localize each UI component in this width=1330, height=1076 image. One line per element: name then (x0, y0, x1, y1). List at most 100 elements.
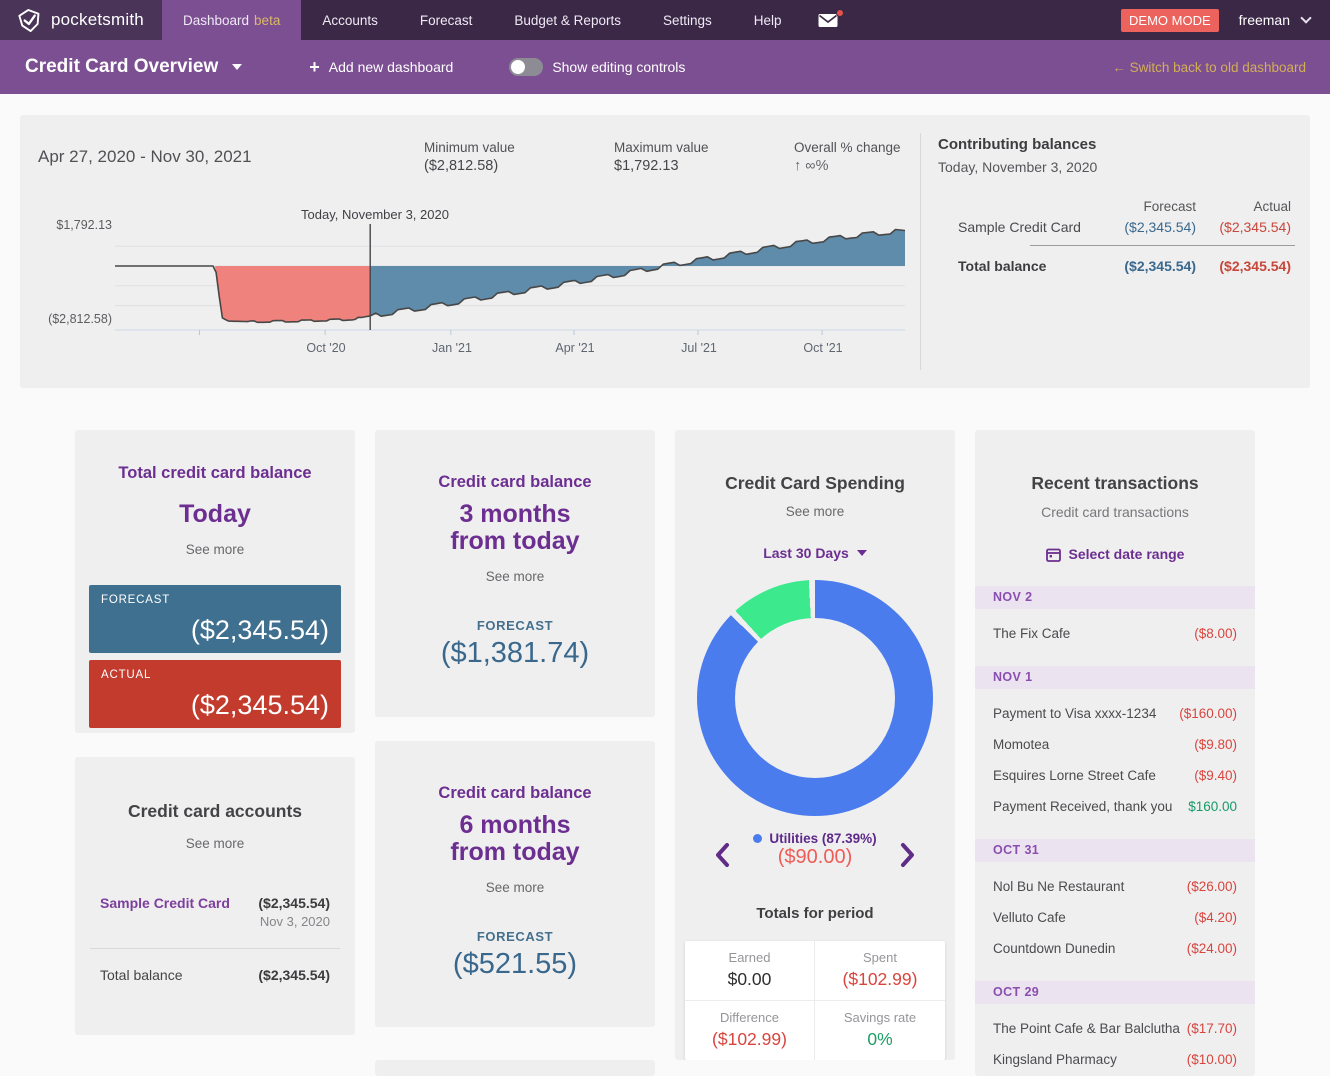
x-tick-label: Apr '21 (544, 341, 606, 355)
account-balance: ($2,345.54) (258, 895, 330, 911)
account-balance-date: Nov 3, 2020 (75, 914, 355, 929)
card-title: Total credit card balance (75, 464, 355, 483)
y-axis-min-label: ($2,812.58) (28, 312, 112, 326)
dashboard-title-dropdown[interactable]: Credit Card Overview (25, 56, 242, 78)
legend-dot (753, 834, 762, 843)
card-total-balance-today: Total credit card balance Today See more… (75, 430, 355, 733)
chart-date-range: Apr 27, 2020 - Nov 30, 2021 (38, 147, 252, 167)
plus-icon: + (309, 60, 320, 74)
totals-for-period: Earned $0.00 Spent ($102.99) Difference … (685, 941, 945, 1060)
total-actual-value: ($2,345.54) (1181, 258, 1291, 274)
card-title: Credit Card Spending (675, 473, 955, 494)
inbox-button[interactable] (803, 0, 854, 40)
total-row: Total balance ($2,345.54) (75, 967, 355, 983)
see-more-link[interactable]: See more (375, 880, 655, 895)
contributing-subtitle: Today, November 3, 2020 (938, 159, 1097, 175)
toggle-switch-off[interactable] (509, 58, 543, 76)
card-period: Today (75, 501, 355, 528)
forecast-label: FORECAST (375, 929, 655, 944)
transaction-row[interactable]: Kingsland Pharmacy ($10.00) (975, 1044, 1255, 1075)
today-marker-label: Today, November 3, 2020 (295, 207, 455, 222)
totals-title: Totals for period (675, 905, 955, 922)
total-forecast-value: ($2,345.54) (1086, 258, 1196, 274)
legend-label: Utilities (87.39%) (769, 831, 876, 846)
card-credit-card-spending: Credit Card Spending See more Last 30 Da… (675, 430, 955, 1060)
chevron-right-icon (900, 842, 916, 868)
pocketsmith-logo[interactable]: pocketsmith (0, 0, 162, 40)
savings-rate-cell: Savings rate 0% (815, 1001, 945, 1060)
add-dashboard-button[interactable]: + Add new dashboard (309, 59, 453, 75)
donut-hole (735, 618, 895, 778)
transaction-row[interactable]: Payment Received, thank you $160.00 (975, 791, 1255, 822)
transaction-date-header: OCT 31 (975, 839, 1255, 862)
actual-box: ACTUAL ($2,345.54) (89, 660, 341, 728)
account-name: Sample Credit Card (958, 219, 1081, 235)
transaction-row[interactable]: The Point Cafe & Bar Balclutha ($17.70) (975, 1013, 1255, 1044)
forecast-amount: ($1,381.74) (375, 637, 655, 669)
pocketsmith-logo-icon (16, 6, 43, 33)
transaction-date-header: NOV 1 (975, 666, 1255, 689)
transaction-group: OCT 29 The Point Cafe & Bar Balclutha ($… (975, 981, 1255, 1075)
spending-donut-chart (697, 580, 933, 816)
see-more-link[interactable]: See more (75, 542, 355, 557)
card-balance-3-months: Credit card balance 3 months from today … (375, 430, 655, 717)
transaction-row[interactable]: The Fix Cafe ($8.00) (975, 618, 1255, 649)
switch-old-dashboard-link[interactable]: ← Switch back to old dashboard (1112, 60, 1306, 75)
transaction-group: NOV 1 Payment to Visa xxxx-1234 ($160.00… (975, 666, 1255, 822)
next-category-button[interactable] (900, 842, 916, 873)
transaction-row[interactable]: Payment to Visa xxxx-1234 ($160.00) (975, 698, 1255, 729)
see-more-link[interactable]: See more (375, 569, 655, 584)
earned-cell: Earned $0.00 (685, 941, 815, 1001)
account-forecast-value: ($2,345.54) (1086, 219, 1196, 235)
forecast-amount: ($521.55) (375, 948, 655, 980)
transaction-row[interactable]: Countdown Dunedin ($24.00) (975, 933, 1255, 964)
notification-dot (836, 9, 844, 17)
user-menu[interactable]: freeman (1239, 12, 1310, 28)
x-tick-label: Jan '21 (421, 341, 483, 355)
top-nav: pocketsmith Dashboard beta Accounts Fore… (0, 0, 1330, 40)
transaction-date-header: OCT 29 (975, 981, 1255, 1004)
see-more-link[interactable]: See more (75, 836, 355, 851)
card-title: Credit card balance (375, 473, 655, 492)
period-dropdown[interactable]: Last 30 Days (763, 545, 867, 561)
editing-controls-toggle[interactable]: Show editing controls (509, 58, 685, 76)
nav-tab-forecast[interactable]: Forecast (399, 0, 494, 40)
card-recent-transactions: Recent transactions Credit card transact… (975, 430, 1255, 1076)
card-partially-visible (375, 1060, 655, 1076)
beta-badge: beta (254, 13, 280, 28)
nav-tab-accounts[interactable]: Accounts (301, 0, 399, 40)
caret-down-icon (857, 550, 867, 556)
card-balance-6-months: Credit card balance 6 months from today … (375, 741, 655, 1027)
previous-category-button[interactable] (714, 842, 730, 873)
column-header-forecast: Forecast (1086, 199, 1196, 214)
nav-tab-settings[interactable]: Settings (642, 0, 733, 40)
divider (90, 948, 340, 949)
select-date-range-button[interactable]: Select date range (1046, 546, 1185, 562)
transaction-row[interactable]: Esquires Lorne Street Cafe ($9.40) (975, 760, 1255, 791)
transactions-list: NOV 2 The Fix Cafe ($8.00) NOV 1 Payment… (975, 586, 1255, 1075)
forecast-amount: ($2,345.54) (191, 615, 329, 646)
nav-tab-budget-reports[interactable]: Budget & Reports (493, 0, 642, 40)
transaction-row[interactable]: Velluto Cafe ($4.20) (975, 902, 1255, 933)
card-title: Credit card balance (375, 784, 655, 803)
x-tick-label: Oct '20 (295, 341, 357, 355)
actual-amount: ($2,345.54) (191, 690, 329, 721)
transaction-date-header: NOV 2 (975, 586, 1255, 609)
stat-minimum-value: Minimum value ($2,812.58) (424, 140, 594, 174)
column-header-actual: Actual (1181, 199, 1291, 214)
transaction-row[interactable]: Momotea ($9.80) (975, 729, 1255, 760)
contributing-balances: Contributing balances Today, November 3,… (920, 115, 1310, 388)
account-row: Sample Credit Card ($2,345.54) (75, 895, 355, 911)
brand-name: pocketsmith (51, 10, 144, 30)
nav-tab-dashboard[interactable]: Dashboard beta (162, 0, 301, 40)
card-period: 3 months from today (375, 501, 655, 555)
chevron-down-icon (1300, 12, 1311, 23)
transaction-group: NOV 2 The Fix Cafe ($8.00) (975, 586, 1255, 649)
nav-tab-help[interactable]: Help (733, 0, 803, 40)
see-more-link[interactable]: See more (675, 504, 955, 519)
transaction-row[interactable]: Nol Bu Ne Restaurant ($26.00) (975, 871, 1255, 902)
balance-chart (115, 222, 905, 338)
spent-cell: Spent ($102.99) (815, 941, 945, 1001)
chevron-left-icon (714, 842, 730, 868)
account-link[interactable]: Sample Credit Card (100, 895, 230, 911)
